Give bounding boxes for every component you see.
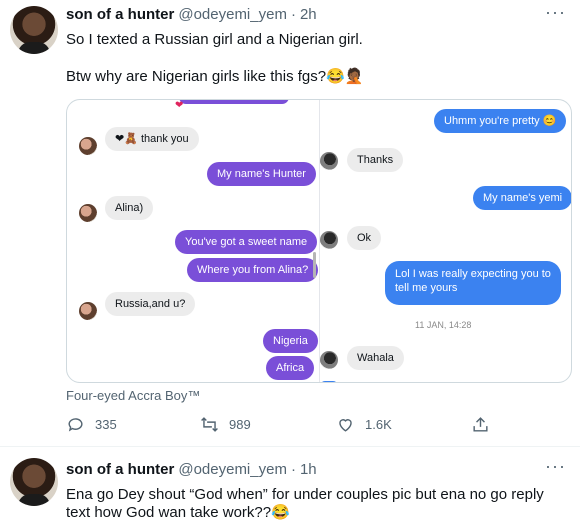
author-name[interactable]: son of a hunter xyxy=(66,461,174,478)
media-credit[interactable]: Four-eyed Accra Boy™ xyxy=(66,388,200,403)
chat-message-outgoing: Uhmm you're pretty 😊 xyxy=(434,109,567,133)
retweet-icon xyxy=(201,417,218,432)
chat-message-outgoing: You've got a sweet name xyxy=(175,230,318,254)
more-options-icon[interactable]: ··· xyxy=(545,2,566,23)
tweet-reply[interactable]: son of a hunter @odeyemi_yem · 1h ··· En… xyxy=(0,448,580,521)
chat-timestamp: 11 JAN, 14:28 xyxy=(415,320,472,330)
contact-avatar xyxy=(320,351,338,369)
share-button[interactable] xyxy=(471,415,490,434)
chat-message-incoming: Thanks xyxy=(347,148,404,172)
like-count: 1.6K xyxy=(365,417,392,432)
like-button[interactable]: 1.6K xyxy=(336,415,392,434)
author-avatar[interactable] xyxy=(10,458,58,506)
chat-scrollbar[interactable] xyxy=(313,252,316,278)
tweet-text-line1: So I texted a Russian girl and a Nigeria… xyxy=(66,31,363,48)
author-handle[interactable]: @odeyemi_yem xyxy=(178,6,287,23)
tweet-text-line1: Ena go Dey shout “God when” for under co… xyxy=(66,486,544,503)
chat-message-incoming: ❤🧸 thank you xyxy=(105,127,199,151)
reply-icon xyxy=(68,418,83,432)
chat-message-line: Lol I was really expecting you to xyxy=(395,268,551,280)
chat-message-incoming: Ok xyxy=(347,226,382,250)
more-options-icon[interactable]: ··· xyxy=(545,456,566,477)
tweet-actions: 335 989 1.6K xyxy=(66,415,506,439)
tweet-header: son of a hunter @odeyemi_yem · 2h xyxy=(66,6,317,23)
contact-avatar xyxy=(79,302,97,320)
tweet-main[interactable]: son of a hunter @odeyemi_yem · 2h ··· So… xyxy=(0,0,580,447)
retweet-count: 989 xyxy=(229,417,251,432)
reply-button[interactable]: 335 xyxy=(66,415,117,434)
tweet-text-line2: Btw why are Nigerian girls like this fgs… xyxy=(66,68,364,85)
chat-message-incoming: Alina) xyxy=(105,196,154,220)
tweet-time[interactable]: 1h xyxy=(300,461,317,478)
cut-off-bubble xyxy=(320,381,338,382)
chat-message-outgoing-multiline: Lol I was really expecting you to tell m… xyxy=(385,261,561,305)
contact-avatar xyxy=(79,204,97,222)
author-name[interactable]: son of a hunter xyxy=(66,6,174,23)
contact-avatar xyxy=(320,231,338,249)
reply-count: 335 xyxy=(95,417,117,432)
retweet-button[interactable]: 989 xyxy=(200,415,251,434)
contact-avatar xyxy=(320,152,338,170)
chat-message-outgoing: Africa xyxy=(266,356,315,380)
chat-message-incoming: Wahala xyxy=(347,346,404,370)
chat-message-outgoing: Where you from Alina? xyxy=(187,258,319,282)
chat-message-outgoing: My name's yemi xyxy=(473,186,571,210)
contact-avatar xyxy=(79,137,97,155)
cut-off-bubble xyxy=(179,100,289,104)
tweet-time[interactable]: 2h xyxy=(300,6,317,23)
chat-message-incoming: Russia,and u? xyxy=(105,292,196,316)
chat-message-line: tell me yours xyxy=(395,282,458,294)
author-avatar[interactable] xyxy=(10,6,58,54)
chat-message-outgoing: Nigeria xyxy=(263,329,318,353)
author-handle[interactable]: @odeyemi_yem xyxy=(178,461,287,478)
tweet-header: son of a hunter @odeyemi_yem · 1h xyxy=(66,461,317,478)
share-icon xyxy=(473,417,488,432)
heart-icon xyxy=(339,419,352,432)
heart-reaction-icon: ❤ xyxy=(175,100,184,111)
tweet-media-screenshot[interactable]: ❤ ❤🧸 thank you My name's Hunter Alina) Y… xyxy=(66,99,572,383)
tweet-text-line2: text how God wan take work??😂 xyxy=(66,504,290,521)
separator-dot: · xyxy=(290,461,296,478)
separator-dot: · xyxy=(290,6,296,23)
chat-message-outgoing: My name's Hunter xyxy=(207,162,316,186)
